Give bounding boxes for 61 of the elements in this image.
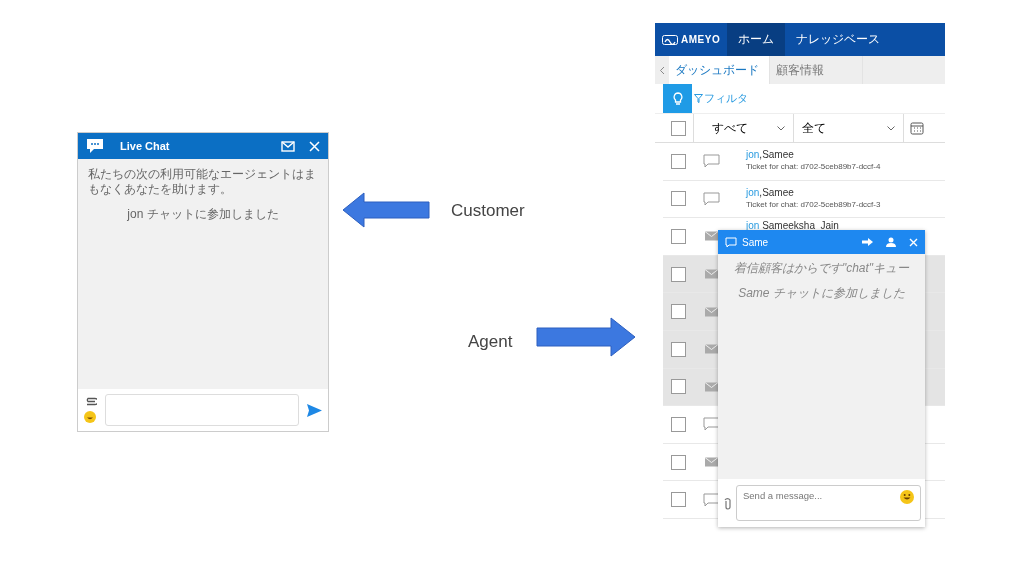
- chevron-down-icon: [887, 125, 895, 131]
- dropdown[interactable]: すべて: [694, 114, 794, 142]
- chat-message: jon チャットに参加しました: [126, 207, 280, 222]
- contact-name: jon Sameeksha_Jain: [746, 220, 839, 233]
- agent-label: Agent: [468, 332, 513, 352]
- placeholder: Send a message...: [743, 490, 823, 501]
- calendar-icon[interactable]: [910, 121, 924, 135]
- transfer-icon[interactable]: [862, 238, 873, 246]
- checkbox[interactable]: [670, 153, 686, 169]
- contact-name: jon,Samee: [746, 149, 795, 162]
- smiley-icon[interactable]: [900, 490, 914, 504]
- close-icon[interactable]: [909, 237, 918, 247]
- message-field[interactable]: Send a message...: [736, 485, 921, 521]
- paperclip-icon[interactable]: [84, 397, 97, 406]
- checkbox[interactable]: [670, 492, 686, 508]
- send-icon[interactable]: [307, 403, 322, 417]
- chat-message: 着信顧客はからです"chat"キュー: [732, 260, 911, 277]
- envelope-icon: [703, 231, 720, 242]
- chat-message: 私たちの次の利用可能なエージェントはまもなくあなたを助けます。: [88, 167, 317, 197]
- speech-bubble-icon: [725, 236, 737, 248]
- checkbox[interactable]: [670, 229, 686, 244]
- tab[interactable]: 顧客情報: [770, 56, 863, 84]
- person-icon[interactable]: [886, 237, 896, 247]
- contact-name: jon,Samee: [746, 186, 795, 199]
- dropdown[interactable]: 全て: [794, 114, 904, 142]
- checkbox[interactable]: [670, 416, 686, 432]
- idea-button[interactable]: [663, 84, 692, 113]
- speech-bubble-icon: [703, 492, 720, 507]
- checkbox[interactable]: [670, 304, 686, 320]
- chat-title: Live Chat: [120, 140, 171, 152]
- chat-title: Same: [742, 236, 770, 248]
- speech-bubble-icon: [703, 154, 720, 169]
- back-chevron-icon[interactable]: [659, 65, 665, 75]
- ticket-row[interactable]: jon,Samee Ticket for chat: d702-5ceb89b7-dccf-4: [663, 143, 945, 181]
- checkbox[interactable]: [670, 379, 686, 395]
- nav-tab[interactable]: ナレッジベース: [785, 23, 892, 56]
- logo-icon: [662, 34, 678, 45]
- paperclip-icon[interactable]: [724, 496, 732, 510]
- chat-bubble-icon: [86, 138, 104, 154]
- ticket-row[interactable]: jon,Samee Ticket for chat: d702-5ceb89b7-dccf-3: [663, 180, 945, 219]
- tab[interactable]: ダッシュボード: [669, 56, 770, 84]
- ticket-subtitle: Ticket for chat: d702-5ceb89b7-dccf-4: [746, 161, 881, 174]
- chevron-down-icon: [777, 125, 785, 131]
- checkbox[interactable]: [670, 191, 686, 207]
- checkbox[interactable]: [670, 120, 686, 136]
- chat-message: Same チャットに参加しました: [737, 285, 906, 302]
- smiley-icon[interactable]: [84, 411, 96, 423]
- checkbox[interactable]: [670, 341, 686, 357]
- checkbox[interactable]: [670, 266, 686, 282]
- nav-tab[interactable]: ホーム: [727, 23, 786, 56]
- message-field[interactable]: [105, 394, 299, 426]
- speech-bubble-icon: [703, 417, 720, 432]
- customer-label: Customer: [451, 201, 525, 221]
- lightbulb-icon: [672, 91, 683, 106]
- filter-icon: [694, 94, 703, 103]
- ticket-subtitle: Ticket for chat: d702-5ceb89b7-dccf-3: [746, 198, 881, 211]
- close-icon[interactable]: [309, 140, 320, 152]
- speech-bubble-icon: [703, 191, 720, 206]
- checkbox[interactable]: [670, 454, 686, 470]
- mail-icon[interactable]: [281, 140, 295, 152]
- logo-text: AMEYO: [681, 34, 721, 45]
